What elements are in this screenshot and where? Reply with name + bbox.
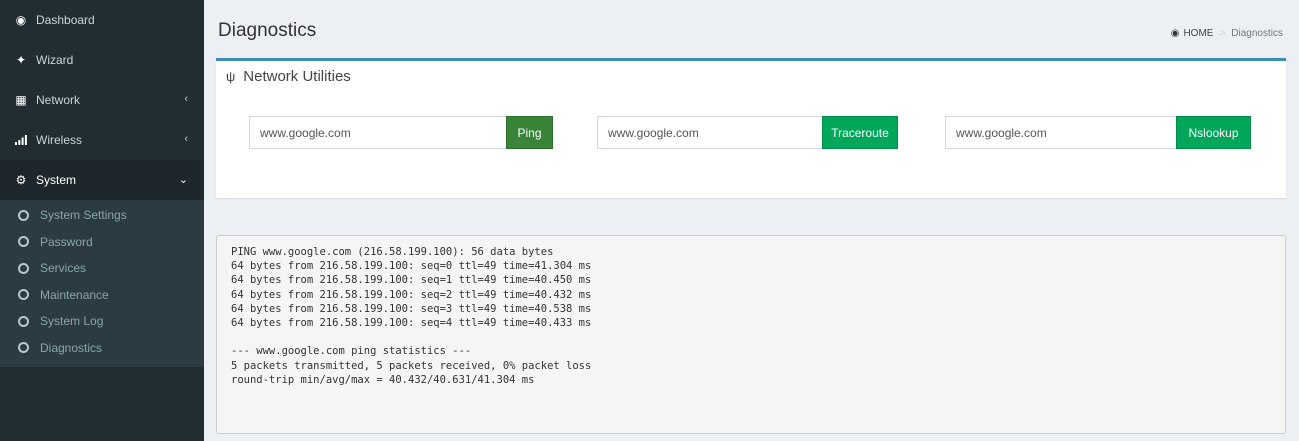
breadcrumb-separator-icon: > — [1219, 28, 1226, 39]
submenu-item-label: Services — [40, 261, 87, 276]
wand-icon: ✦ — [15, 53, 27, 67]
system-submenu: System Settings Password Services Mainte… — [0, 200, 204, 367]
submenu-item-label: System Log — [40, 314, 104, 329]
stethoscope-icon: ψ — [226, 69, 236, 84]
circle-icon — [18, 209, 29, 221]
submenu-item-label: System Settings — [40, 208, 127, 223]
gear-icon: ⚙ — [15, 173, 27, 187]
main-content: Diagnostics ◉ HOME > Diagnostics ψ Netwo… — [204, 0, 1299, 441]
panel-title: ψ Network Utilities — [226, 68, 351, 85]
ping-button[interactable]: Ping — [506, 116, 553, 149]
network-utilities-panel: ψ Network Utilities Ping Traceroute Nslo… — [216, 58, 1286, 198]
submenu-item-system-settings[interactable]: System Settings — [0, 202, 204, 229]
sidebar-item-label: System — [36, 173, 77, 187]
chevron-left-icon: ‹ — [184, 93, 188, 105]
sidebar-item-wizard[interactable]: ✦ Wizard — [0, 40, 204, 80]
sidebar: ◉ Dashboard ✦ Wizard ▦ Network ‹ Wireles… — [0, 0, 204, 441]
dashboard-icon: ◉ — [15, 13, 27, 27]
circle-icon — [18, 262, 29, 274]
dashboard-icon: ◉ — [1170, 28, 1180, 39]
sidebar-item-label: Wizard — [36, 53, 74, 67]
submenu-item-services[interactable]: Services — [0, 255, 204, 282]
breadcrumb: ◉ HOME > Diagnostics — [1171, 28, 1283, 39]
sidebar-item-system[interactable]: ⚙ System ⌄ — [0, 160, 204, 200]
sidebar-item-label: Wireless — [36, 133, 83, 147]
nslookup-host-input[interactable] — [945, 116, 1176, 149]
breadcrumb-home[interactable]: HOME — [1183, 28, 1213, 39]
traceroute-group: Traceroute — [597, 116, 898, 149]
ping-group: Ping — [249, 116, 553, 149]
circle-icon — [18, 342, 29, 354]
nslookup-button[interactable]: Nslookup — [1176, 116, 1251, 149]
submenu-item-maintenance[interactable]: Maintenance — [0, 282, 204, 309]
sidebar-item-dashboard[interactable]: ◉ Dashboard — [0, 0, 204, 40]
ping-host-input[interactable] — [249, 116, 506, 149]
submenu-item-label: Password — [40, 234, 93, 249]
circle-icon — [18, 315, 29, 327]
submenu-item-system-log[interactable]: System Log — [0, 308, 204, 335]
sidebar-item-network[interactable]: ▦ Network ‹ — [0, 80, 204, 120]
signal-icon — [14, 133, 28, 147]
submenu-item-password[interactable]: Password — [0, 229, 204, 256]
circle-icon — [18, 236, 29, 248]
breadcrumb-current: Diagnostics — [1231, 28, 1283, 39]
submenu-item-label: Diagnostics — [40, 340, 103, 355]
submenu-item-label: Maintenance — [40, 287, 109, 302]
submenu-item-diagnostics[interactable]: Diagnostics — [0, 335, 204, 362]
chevron-left-icon: ‹ — [184, 133, 188, 145]
page-title: Diagnostics — [218, 20, 317, 41]
sidebar-item-wireless[interactable]: Wireless ‹ — [0, 120, 204, 160]
sidebar-item-label: Dashboard — [36, 13, 95, 27]
nslookup-group: Nslookup — [945, 116, 1251, 149]
circle-icon — [18, 289, 29, 301]
traceroute-button[interactable]: Traceroute — [822, 116, 898, 149]
chevron-down-icon: ⌄ — [178, 174, 188, 186]
sitemap-icon: ▦ — [15, 93, 27, 107]
panel-title-text: Network Utilities — [243, 68, 351, 85]
diagnostics-output: PING www.google.com (216.58.199.100): 56… — [216, 235, 1286, 434]
traceroute-host-input[interactable] — [597, 116, 822, 149]
sidebar-item-label: Network — [36, 93, 81, 107]
